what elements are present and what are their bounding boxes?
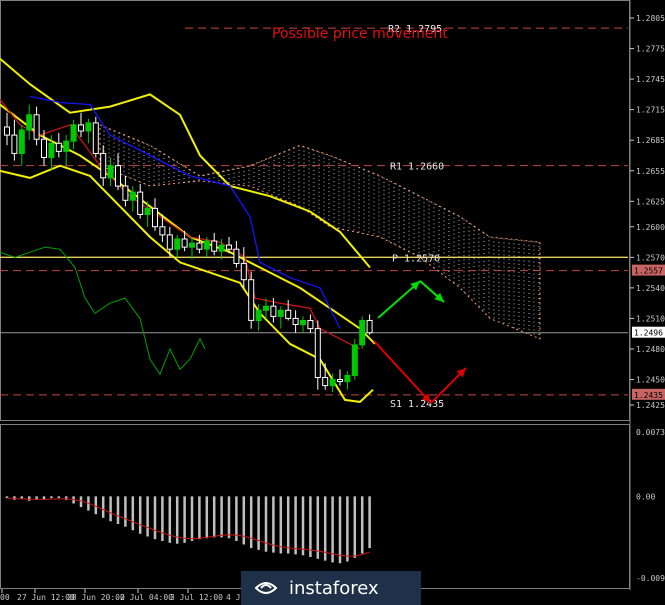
candle-body [181,238,188,248]
price-tick-label: 1.2805 [636,14,665,23]
price-tick-label: 1.2775 [636,45,665,54]
price-tick-label: 1.2510 [636,314,665,323]
osc-tick-label: -0.00926 [636,574,665,583]
time-axis: 00 27 Jun 12:0028 Jun 20:002 Jul 04:003 J… [0,589,260,602]
level-label-s1: S1 1.2435 [390,399,444,410]
candle-body [122,185,129,201]
candle-body [137,191,144,216]
candle-body [307,320,314,330]
price-tick-label: 1.2480 [636,345,665,354]
price-tick-label: 1.2685 [636,136,665,145]
candle-body [26,114,33,131]
candle-body [255,309,262,321]
tenkan-line [0,99,361,350]
price-tick-label: 1.2745 [636,75,665,84]
price-tick-label: 1.2540 [636,284,665,293]
pivot-levels: R2 1.2795R1 1.2660P 1.2570S1 1.2435 [0,24,628,410]
level-label-r1: R1 1.2660 [390,162,444,173]
osc-tick-label: 0.00732 [636,428,665,437]
candle-body [152,207,158,228]
candle-body [196,242,203,250]
price-tick-label: 1.2570 [636,253,665,262]
time-tick-label: 2 Jul 04:00 [120,593,173,602]
candle-body [55,142,62,152]
instaforex-logo-icon [254,582,278,594]
price-axis: 1.2805 1.2775 1.2745 1.2715 1.2685 1.2655 1.26… [630,14,665,410]
candle-body [218,244,225,252]
candle-body [159,226,166,236]
candle-body [70,124,77,142]
brand-name: instaforex [289,577,379,599]
candle-body [263,305,269,311]
price-marker-label: 1.2557 [634,267,663,276]
forecast-arrows [373,280,467,404]
candle-body [48,142,55,159]
candle-body [33,114,40,140]
candle-body [322,377,329,387]
candle-body [270,305,277,317]
price-tick-label: 1.2655 [636,167,665,176]
candle-body [226,244,232,250]
candle-body [233,248,240,264]
price-marker-label: 1.2435 [634,391,663,400]
price-tick-label: 1.2450 [636,376,665,385]
osc-tick-label: 0.00 [636,492,655,501]
time-tick-label: 3 Jul 12:00 [170,593,223,602]
candle-body [129,191,136,201]
arrow-down-to-s1 [373,340,432,404]
candle-body [203,240,210,250]
price-tick-label: 1.2625 [636,197,665,206]
price-chart: R2 1.2795R1 1.2660P 1.2570S1 1.2435 1.28… [0,0,665,602]
bollinger-middle [0,103,376,345]
candle-body [78,124,84,132]
candle-body [107,165,114,179]
candle-body [359,320,366,346]
candle-body [174,238,181,250]
candle-body [189,242,195,248]
candle-body [344,375,351,383]
candle-body [115,165,121,187]
candle-body [92,122,99,155]
candle-body [85,122,92,132]
candle-body [366,320,373,334]
candle-body [300,320,306,326]
candle-body [240,262,247,281]
cloud-outline [99,124,541,340]
candle-body [63,140,70,152]
candle-body [18,129,25,154]
price-marker-label: 1.2496 [634,329,663,338]
chikou-line [0,246,206,376]
candle-body [211,240,218,252]
candle-body [329,379,336,387]
candle-body [41,138,47,158]
candle-body [277,309,284,317]
instaforex-logo: instaforex [241,571,421,605]
ichimoku-cloud [99,124,541,340]
time-tick-label: 28 Jun 20:00 [67,593,125,602]
candlesticks [4,104,373,392]
candle-body [4,126,10,136]
price-tick-label: 1.2425 [636,401,665,410]
price-tick-label: 1.2715 [636,106,665,115]
candle-body [337,379,343,382]
candle-body [248,279,255,321]
possible-price-movement-title: Possible price movement [272,26,448,42]
candle-body [351,344,358,376]
candle-body [166,234,173,250]
time-tick-label: 00 [0,593,10,602]
price-tick-label: 1.2600 [636,223,665,232]
candle-body [144,207,151,215]
level-label-p: P 1.2570 [392,253,440,264]
oscillator-histogram [5,496,371,564]
candle-body [292,317,299,325]
candle-body [314,328,321,379]
candle-body [285,309,292,319]
candle-body [100,152,107,179]
signal-line [6,497,370,557]
candle-body [11,134,18,154]
oscillator-axis: 0.00732 0.00 -0.00926 [636,428,665,583]
